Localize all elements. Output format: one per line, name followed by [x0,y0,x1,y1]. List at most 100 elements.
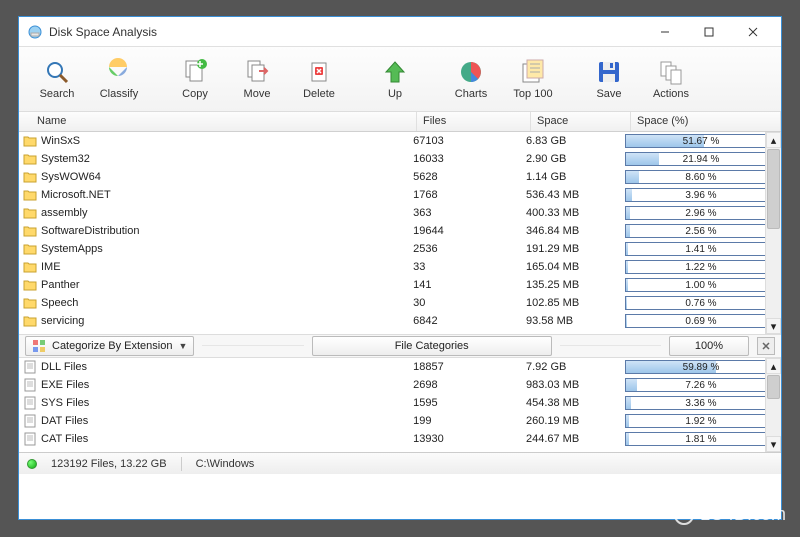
percent-bar: 1.41 % [625,242,777,256]
status-summary: 123192 Files, 13.22 GB [51,458,167,470]
column-space[interactable]: Space [531,112,631,131]
row-space: 93.58 MB [526,315,625,327]
column-files[interactable]: Files [417,112,531,131]
classify-button[interactable]: Classify [89,53,149,105]
row-files: 30 [413,297,526,309]
table-row[interactable]: Panther141135.25 MB1.00 % [19,276,781,294]
row-space: 165.04 MB [526,261,625,273]
percent-bar: 1.00 % [625,278,777,292]
row-name: SysWOW64 [41,171,101,183]
row-name: Speech [41,297,78,309]
window-title: Disk Space Analysis [49,25,157,39]
row-space: 536.43 MB [526,189,625,201]
row-space: 454.38 MB [526,397,625,409]
table-row[interactable]: SystemApps2536191.29 MB1.41 % [19,240,781,258]
table-row[interactable]: DAT Files199260.19 MB1.92 % [19,412,781,430]
actions-icon [657,58,685,86]
maximize-button[interactable] [687,18,731,46]
table-row[interactable]: EXE Files2698983.03 MB7.26 % [19,376,781,394]
up-button[interactable]: Up [365,53,425,105]
percent-bar: 59.89 % [625,360,777,374]
table-row[interactable]: SoftwareDistribution19644346.84 MB2.56 % [19,222,781,240]
close-button[interactable] [731,18,775,46]
table-row[interactable]: servicing 684293.58 MB0.69 % [19,312,781,330]
search-button[interactable]: Search [27,53,87,105]
percent-bar: 7.26 % [625,378,777,392]
copy-button[interactable]: Copy [165,53,225,105]
classify-icon [105,58,133,86]
table-row[interactable]: CAT Files13930244.67 MB1.81 % [19,430,781,448]
table-row[interactable]: IME33165.04 MB1.22 % [19,258,781,276]
folder-list: WinSxS671036.83 GB51.67 %System32160332.… [19,132,781,334]
scroll-up-icon[interactable]: ▴ [766,132,781,148]
percent-bar: 3.96 % [625,188,777,202]
save-icon [595,58,623,86]
column-space-pct[interactable]: Space (%) [631,112,781,131]
folder-table-header: Name Files Space Space (%) [19,112,781,132]
table-row[interactable]: SysWOW6456281.14 GB8.60 % [19,168,781,186]
delete-button[interactable]: Delete [289,53,349,105]
top100-button[interactable]: Top 100 [503,53,563,105]
row-files: 2536 [413,243,526,255]
category-scrollbar[interactable]: ▴ ▾ [765,358,781,452]
row-files: 6842 [413,315,526,327]
row-name: SoftwareDistribution [41,225,139,237]
row-files: 199 [413,415,526,427]
table-row[interactable]: Microsoft.NET 1768536.43 MB3.96 % [19,186,781,204]
percent-bar: 1.22 % [625,260,777,274]
row-space: 244.67 MB [526,433,625,445]
row-name: Microsoft.NET [41,189,111,201]
categorize-bar: Categorize By Extension ▼ File Categorie… [19,334,781,358]
chart-icon [457,58,485,86]
row-name: servicing [41,315,84,327]
row-space: 1.14 GB [526,171,625,183]
copy-icon [181,58,209,86]
row-files: 67103 [413,135,526,147]
percent-bar: 2.56 % [625,224,777,238]
percent-bar: 0.76 % [625,296,777,310]
table-row[interactable]: SYS Files1595454.38 MB3.36 % [19,394,781,412]
row-space: 2.90 GB [526,153,625,165]
move-button[interactable]: Move [227,53,287,105]
status-indicator-icon [27,459,37,469]
percent-bar: 3.36 % [625,396,777,410]
toolbar: Search Classify Copy Move Delete Up Char… [19,47,781,112]
minimize-button[interactable] [643,18,687,46]
row-space: 400.33 MB [526,207,625,219]
actions-button[interactable]: Actions [641,53,701,105]
row-space: 102.85 MB [526,297,625,309]
percent-bar: 51.67 % [625,134,777,148]
titlebar[interactable]: Disk Space Analysis [19,17,781,47]
percent-bar: 1.92 % [625,414,777,428]
percent-bar: 0.69 % [625,314,777,328]
percent-bar: 21.94 % [625,152,777,166]
scroll-down-icon[interactable]: ▾ [766,318,781,334]
row-name: IME [41,261,61,273]
row-name: DAT Files [41,415,88,427]
statusbar: 123192 Files, 13.22 GB C:\Windows [19,452,781,474]
table-row[interactable]: DLL Files188577.92 GB59.89 % [19,358,781,376]
percent-bar: 8.60 % [625,170,777,184]
table-row[interactable]: assembly363400.33 MB2.96 % [19,204,781,222]
table-row[interactable]: WinSxS671036.83 GB51.67 % [19,132,781,150]
column-name[interactable]: Name [19,112,417,131]
table-row[interactable]: System32160332.90 GB21.94 % [19,150,781,168]
row-space: 7.92 GB [526,361,625,373]
save-button[interactable]: Save [579,53,639,105]
row-files: 19644 [413,225,526,237]
table-row[interactable]: Speech 30102.85 MB0.76 % [19,294,781,312]
close-categories-button[interactable] [757,337,775,355]
categorize-dropdown[interactable]: Categorize By Extension ▼ [25,336,194,356]
row-files: 1768 [413,189,526,201]
scroll-up-icon[interactable]: ▴ [766,358,781,374]
file-categories-label[interactable]: File Categories [312,336,552,356]
app-icon [27,24,43,40]
move-icon [243,58,271,86]
zoom-level[interactable]: 100% [669,336,749,356]
row-name: DLL Files [41,361,87,373]
row-space: 6.83 GB [526,135,625,147]
scroll-down-icon[interactable]: ▾ [766,436,781,452]
folder-scrollbar[interactable]: ▴ ▾ [765,132,781,334]
row-files: 2698 [413,379,526,391]
charts-button[interactable]: Charts [441,53,501,105]
